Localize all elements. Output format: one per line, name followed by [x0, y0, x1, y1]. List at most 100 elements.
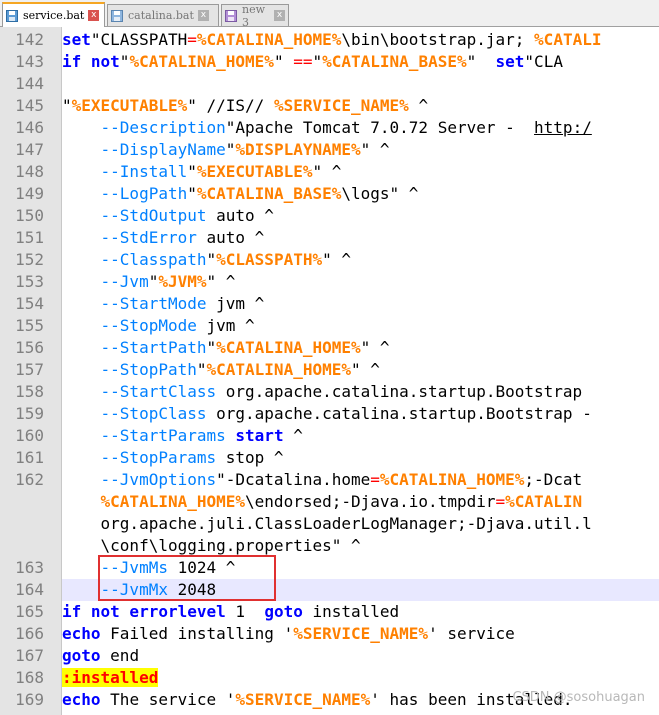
code-line[interactable]: 159 --StopClass org.apache.catalina.star… [0, 403, 659, 425]
code-token: :installed [62, 668, 159, 687]
code-token: echo [62, 624, 101, 643]
line-number: 168 [15, 668, 44, 687]
code-token: " [312, 52, 323, 71]
code-token: %SERVICE_NAME% [273, 96, 409, 115]
code-token: Failed installing ' [110, 624, 294, 643]
code-text: --Install"%EXECUTABLE%" ^ [62, 161, 342, 183]
code-token: \bin\bootstrap.jar; [341, 30, 525, 49]
code-line[interactable]: org.apache.juli.ClassLoaderLogManager;-D… [0, 513, 659, 535]
code-text: --StdOutput auto ^ [62, 205, 274, 227]
line-number: 144 [15, 74, 44, 93]
code-token: jvm ^ [206, 316, 255, 335]
code-line[interactable]: 153 --Jvm"%JVM%" ^ [0, 271, 659, 293]
code-line[interactable]: 165 if not errorlevel 1 goto installed [0, 601, 659, 623]
code-text: --Description"Apache Tomcat 7.0.72 Serve… [62, 117, 592, 139]
code-token: --Jvm [100, 272, 149, 291]
code-token: "-Dcatalina.home [216, 470, 371, 489]
line-number: 153 [15, 272, 44, 291]
code-text: --Classpath"%CLASSPATH%" ^ [62, 249, 351, 271]
code-token: jvm ^ [216, 294, 265, 313]
code-token: %CLASSPATH% [216, 250, 323, 269]
code-token: --LogPath [100, 184, 188, 203]
code-line[interactable]: 152 --Classpath"%CLASSPATH%" ^ [0, 249, 659, 271]
code-text: --Jvm"%JVM%" ^ [62, 271, 236, 293]
code-line[interactable]: 144 [0, 73, 659, 95]
line-number: 157 [15, 360, 44, 379]
code-token: %EXECUTABLE% [71, 96, 188, 115]
code-token: org.apache.juli.ClassLoaderLogManager;-D… [62, 514, 592, 533]
code-text: :installed [62, 667, 159, 689]
code-text: --LogPath"%CATALINA_BASE%\logs" ^ [62, 183, 419, 205]
code-text: --JvmOptions"-Dcatalina.home=%CATALINA_H… [62, 469, 583, 491]
code-line[interactable]: 145 "%EXECUTABLE%" //IS// %SERVICE_NAME% … [0, 95, 659, 117]
code-line[interactable]: 155 --StopMode jvm ^ [0, 315, 659, 337]
code-line[interactable]: 162 --JvmOptions"-Dcatalina.home=%CATALI… [0, 469, 659, 491]
tab-label: catalina.bat [128, 9, 194, 22]
code-line[interactable]: 160 --StartParams start ^ [0, 425, 659, 447]
line-number: 162 [15, 470, 44, 489]
code-token: --StartParams [100, 426, 226, 445]
code-text: --StopPath"%CATALINA_HOME%" ^ [62, 359, 380, 381]
line-number: 163 [15, 558, 44, 577]
close-icon[interactable]: x [197, 10, 209, 21]
code-token: auto ^ [216, 206, 274, 225]
code-token: "CLA [524, 52, 563, 71]
code-token: " [196, 360, 207, 379]
line-number: 149 [15, 184, 44, 203]
code-token: goto [62, 646, 101, 665]
code-line[interactable]: 168 :installed [0, 667, 659, 689]
code-text: goto end [62, 645, 139, 667]
code-text: --StartParams start ^ [62, 425, 303, 447]
code-line[interactable]: 157 --StopPath"%CATALINA_HOME%" ^ [0, 359, 659, 381]
code-line[interactable]: 142 set"CLASSPATH=%CATALINA_HOME%\bin\boo… [0, 29, 659, 51]
code-token: ;-Dcat [524, 470, 583, 489]
code-line[interactable]: 156 --StartPath"%CATALINA_HOME%" ^ [0, 337, 659, 359]
save-file-icon [225, 9, 237, 22]
code-line[interactable]: 166 echo Failed installing '%SERVICE_NAME… [0, 623, 659, 645]
code-token: \conf\logging.properties" ^ [62, 536, 361, 555]
code-line[interactable]: 158 --StartClass org.apache.catalina.sta… [0, 381, 659, 403]
tab-service-bat[interactable]: service.bat x [2, 2, 105, 27]
code-token: %CATALIN [505, 492, 583, 511]
code-token: auto ^ [206, 228, 265, 247]
tab-new-3[interactable]: new 3 x [221, 3, 289, 29]
code-line[interactable]: 167 goto end [0, 645, 659, 667]
close-icon[interactable]: x [88, 10, 100, 21]
code-text: echo Failed installing '%SERVICE_NAME%' … [62, 623, 515, 645]
code-line[interactable]: 150 --StdOutput auto ^ [0, 205, 659, 227]
code-token: installed [312, 602, 400, 621]
code-line[interactable]: 148 --Install"%EXECUTABLE%" ^ [0, 161, 659, 183]
code-line[interactable]: 143 if not"%CATALINA_HOME%" =="%CATALINA_… [0, 51, 659, 73]
code-text: --StartMode jvm ^ [62, 293, 265, 315]
code-text: set"CLASSPATH=%CATALINA_HOME%\bin\bootst… [62, 29, 601, 51]
code-line[interactable]: 151 --StdError auto ^ [0, 227, 659, 249]
code-token: --JvmOptions [100, 470, 217, 489]
highlight-box [98, 555, 276, 601]
code-token: --DisplayName [100, 140, 226, 159]
code-line[interactable]: \conf\logging.properties" ^ [0, 535, 659, 557]
code-line[interactable]: 146 --Description"Apache Tomcat 7.0.72 S… [0, 117, 659, 139]
code-editor[interactable]: 142 set"CLASSPATH=%CATALINA_HOME%\bin\boo… [0, 29, 659, 711]
code-token: start [235, 426, 284, 445]
code-line[interactable]: 161 --StopParams stop ^ [0, 447, 659, 469]
code-line[interactable]: %CATALINA_HOME%\endorsed;-Djava.io.tmpdi… [0, 491, 659, 513]
code-token: ' service [428, 624, 515, 643]
code-token: %SERVICE_NAME% [235, 690, 371, 709]
code-text: --StartClass org.apache.catalina.startup… [62, 381, 583, 403]
code-text: --StopParams stop ^ [62, 447, 284, 469]
close-icon[interactable]: x [274, 10, 285, 21]
code-token: " [119, 52, 130, 71]
code-line[interactable]: 147 --DisplayName"%DISPLAYNAME%" ^ [0, 139, 659, 161]
line-number: 165 [15, 602, 44, 621]
tab-catalina-bat[interactable]: catalina.bat x [107, 4, 219, 26]
code-line[interactable]: 154 --StartMode jvm ^ [0, 293, 659, 315]
code-line[interactable]: 149 --LogPath"%CATALINA_BASE%\logs" ^ [0, 183, 659, 205]
line-number: 155 [15, 316, 44, 335]
line-number: 148 [15, 162, 44, 181]
code-token: %CATALINA_HOME% [216, 338, 361, 357]
